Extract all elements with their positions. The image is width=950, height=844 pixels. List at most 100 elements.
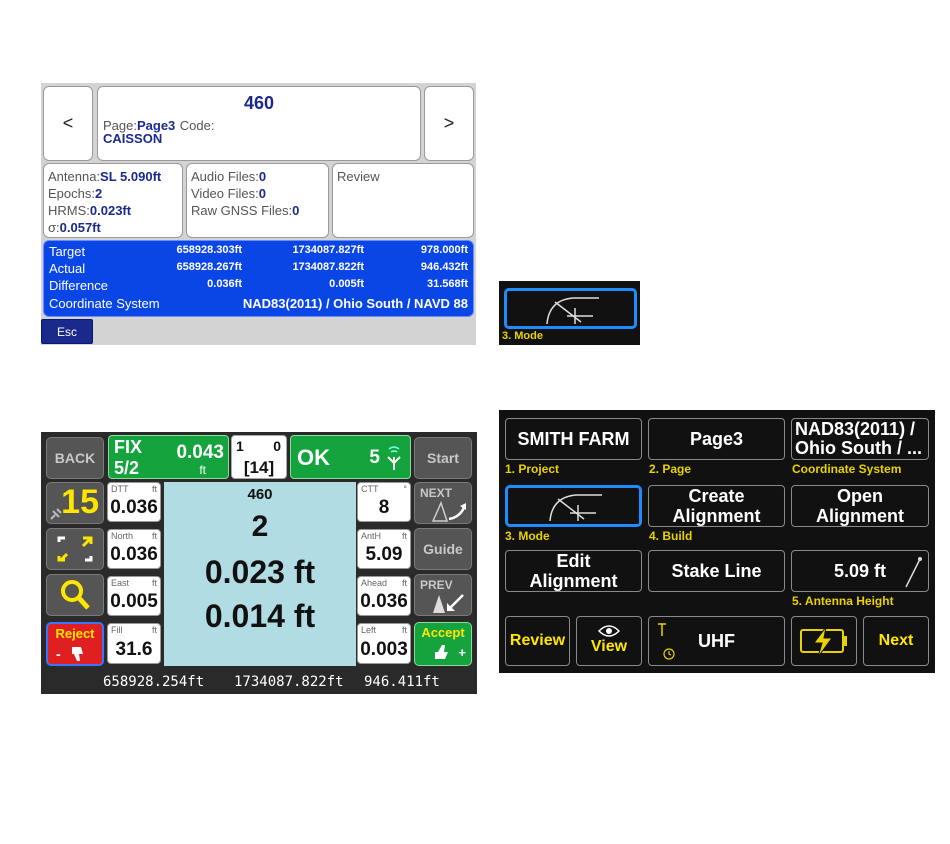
radio-status-box[interactable]: OK 5 [290,435,411,479]
review-button[interactable]: Review [332,163,474,238]
mode-preview-panel: 3. Mode [499,281,640,345]
antenna-height-button[interactable]: 5.09 ft [791,550,929,592]
video-files-label: Video Files: [191,186,259,201]
next-point-button[interactable]: NEXT [414,482,472,524]
build-label: 4. Build [649,529,693,543]
guide-button[interactable]: Guide [414,528,472,570]
edit-alignment-button[interactable]: Edit Alignment [505,550,642,592]
view-button[interactable]: View [576,616,642,666]
reject-button[interactable]: Reject - [46,622,104,666]
accept-button[interactable]: Accept + [414,622,472,666]
open-alignment-label: Open Alignment [816,486,904,526]
open-alignment-button[interactable]: Open Alignment [791,485,929,527]
antenna-height-label: 5. Antenna Height [792,594,894,608]
current-position-bar: 658928.254ft 1734087.822ft 946.411ft [41,670,477,694]
north-value: 0.036 [110,544,158,565]
fix-status-box[interactable]: FIX 5/2 0.043 ft [108,435,229,479]
sigma-value: 0.057ft [59,220,101,235]
ok-label: OK [297,445,330,470]
battery-charging-icon [800,626,847,658]
sats-a: 1 [236,438,244,454]
vertical-distance: 0.014 ft [204,598,316,634]
point-name: 460 [243,93,275,113]
ahead-value: 0.036 [360,591,408,612]
dtt-box: DTT ft 0.036 [107,482,161,522]
left-value: 0.003 [360,639,408,660]
cs-value: NAD83(2011) / Ohio South / NAVD 88 [242,296,468,311]
east-label: East [111,578,130,588]
next-label: Next [878,632,914,649]
accept-label: Accept [421,625,465,640]
coordinate-system-name: NAD83(2011) / Ohio South / ... [795,419,922,458]
page-button[interactable]: Page3 [648,418,785,460]
ctt-unit: ° [403,484,407,494]
project-name: SMITH FARM [517,429,630,449]
row-elevation: 946.432ft [420,261,468,273]
fill-unit: ft [151,625,157,635]
left-label: Left [361,625,377,635]
mode-button[interactable] [504,288,637,329]
cs-label: Coordinate System [49,296,160,311]
row-northing: 0.036ft [207,278,242,290]
stakeout-panel: BACK FIX 5/2 0.043 ft 1 0 [14] OK 5 Star… [41,432,477,694]
anth-value: 5.09 [365,544,403,565]
next-label: NEXT [420,486,453,500]
table-row: Actual 658928.267ft 1734087.822ft 946.43… [49,260,468,277]
project-button[interactable]: SMITH FARM [505,418,642,460]
antenna-value: SL 5.090ft [100,169,162,184]
start-button[interactable]: Start [414,437,472,479]
fix-ratio: 5/2 [114,458,140,478]
next-button[interactable]: Next [863,616,929,666]
antenna-label: Antenna: [48,169,101,184]
ctt-box: CTT ° 8 [357,482,411,522]
guide-label: Guide [423,541,463,557]
antenna-height-box: AntH ft 5.09 [357,529,411,569]
code-value: CAISSON [103,131,163,146]
row-easting: 1734087.827ft [292,244,364,256]
antenna-info-box: Antenna:SL 5.090ft Epochs:2 HRMS:0.023ft… [43,163,183,238]
project-label: 1. Project [505,462,560,476]
stake-line-button[interactable]: Stake Line [648,550,785,592]
fill-value: 31.6 [115,639,153,660]
satellite-count-box[interactable]: 1 0 [14] [231,435,287,479]
table-row: Difference 0.036ft 0.005ft 31.568ft [49,277,468,294]
mode-button[interactable] [505,485,642,527]
esc-button[interactable]: Esc [41,319,93,344]
zoom-extents-button[interactable] [46,528,104,570]
back-button[interactable]: BACK [46,437,104,479]
hrms-label: HRMS: [48,203,90,218]
coordinate-system-row: Coordinate System NAD83(2011) / Ohio Sou… [49,295,468,312]
prev-button[interactable]: < [43,86,93,161]
fix-label: FIX [114,437,143,457]
battery-button[interactable] [791,616,857,666]
row-elevation: 978.000ft [420,244,468,256]
row-label: Actual [49,261,86,276]
search-button[interactable] [46,574,104,616]
current-elevation: 946.411ft [364,674,440,690]
north-label: North [111,531,134,541]
left-unit: ft [401,625,407,635]
back-label: BACK [54,450,96,466]
satellite-button[interactable]: 15 [46,482,104,524]
clock-icon [663,648,675,660]
fix-unit: ft [199,463,206,477]
epochs-value: 2 [94,186,103,201]
stakeout-center-display: 460 2 0.023 ft 0.014 ft [164,482,356,666]
radio-label: UHF [698,631,735,651]
north-unit: ft [151,531,157,541]
page-label: 2. Page [649,462,692,476]
review-button[interactable]: Review [505,616,570,666]
current-easting: 1734087.822ft [234,674,344,690]
row-label: Difference [49,278,109,293]
coordinate-system-button[interactable]: NAD83(2011) / Ohio South / ... [791,418,929,460]
sats-tracked: [14] [243,458,275,477]
ok-count: 5 [369,447,380,468]
create-alignment-button[interactable]: Create Alignment [648,485,785,527]
edit-alignment-label: Edit Alignment [529,551,618,591]
row-label: Target [49,244,86,259]
prev-point-button[interactable]: PREV [414,574,472,616]
row-northing: 658928.267ft [176,261,242,273]
next-button[interactable]: > [424,86,474,161]
radio-button[interactable]: UHF [648,616,785,666]
ctt-value: 8 [378,497,390,518]
